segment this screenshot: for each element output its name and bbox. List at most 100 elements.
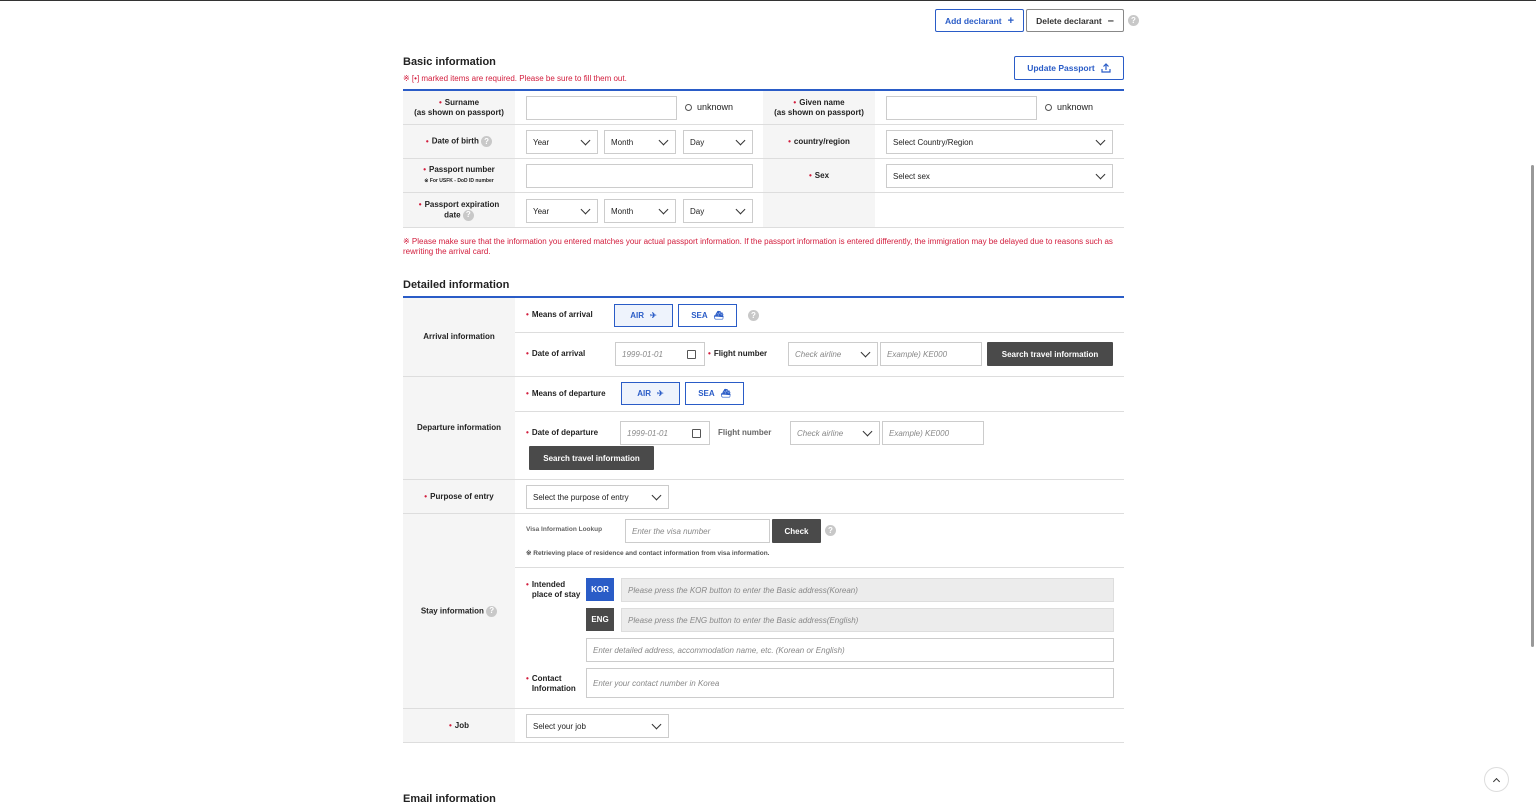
eng-button[interactable]: ENG — [586, 608, 614, 631]
expiry-day-select[interactable]: Day — [683, 199, 753, 223]
divider — [515, 567, 1124, 568]
detail-address-input[interactable]: Enter detailed address, accommodation na… — [586, 638, 1114, 662]
visa-check-button[interactable]: Check — [772, 519, 821, 543]
scroll-to-top-button[interactable] — [1484, 767, 1509, 792]
delete-declarant-button[interactable]: Delete declarant – — [1026, 9, 1124, 32]
expiry-year-select[interactable]: Year — [526, 199, 598, 223]
purpose-row: • Purpose of entry Select the purpose of … — [403, 480, 1124, 514]
passport-input[interactable] — [526, 164, 753, 188]
departure-sea-button[interactable]: SEA ⛴ — [685, 382, 744, 405]
add-declarant-button[interactable]: Add declarant + — [935, 9, 1024, 32]
departure-airline-select[interactable]: Check airline — [790, 421, 880, 445]
help-icon[interactable]: ? — [748, 310, 759, 321]
calendar-icon[interactable] — [687, 349, 696, 359]
ship-icon: ⛴ — [713, 311, 724, 320]
expiry-row: • Passport expiration date ? Year Month Da… — [403, 193, 1124, 228]
job-label: • Job — [403, 709, 515, 742]
visa-lookup-label: Visa Information Lookup — [526, 526, 603, 533]
update-passport-label: Update Passport — [1027, 63, 1095, 73]
dob-month-select[interactable]: Month — [604, 130, 676, 154]
contact-input[interactable]: Enter your contact number in Korea — [586, 668, 1114, 698]
arrival-air-button[interactable]: AIR ✈ — [614, 304, 673, 327]
chevron-down-icon — [651, 490, 662, 500]
dob-day-select[interactable]: Day — [683, 130, 753, 154]
plane-icon: ✈ — [657, 389, 664, 398]
empty-label — [763, 193, 875, 227]
add-declarant-label: Add declarant — [944, 15, 1002, 26]
dob-row: • Date of birth ? Year Month Day • country… — [403, 125, 1124, 159]
required-note: ※ [•] marked items are required. Please … — [403, 74, 627, 83]
surname-unknown-checkbox[interactable]: unknown — [685, 102, 733, 112]
departure-flight-input[interactable]: Example) KE000 — [882, 421, 984, 445]
dob-label: • Date of birth ? — [403, 125, 515, 158]
passport-label: • Passport number ※ For USFK - DoD ID numb… — [403, 159, 515, 192]
departure-info-label: Departure information — [403, 377, 515, 479]
purpose-select[interactable]: Select the purpose of entry — [526, 485, 669, 509]
help-icon: ? — [486, 605, 498, 617]
chevron-down-icon — [658, 135, 669, 145]
dob-year-select[interactable]: Year — [526, 130, 598, 154]
arrival-row: Arrival information • Means of arrival AI… — [403, 298, 1124, 377]
visa-input[interactable]: Enter the visa number — [625, 519, 770, 543]
surname-input[interactable] — [526, 96, 677, 120]
means-arrival-label: • Means of arrival — [526, 310, 593, 319]
chevron-down-icon — [580, 135, 591, 145]
departure-date-input[interactable]: 1999-01-01 — [620, 421, 710, 445]
departure-row: Departure information • Means of departur… — [403, 377, 1124, 480]
calendar-icon[interactable] — [692, 428, 701, 438]
departure-air-button[interactable]: AIR ✈ — [621, 382, 680, 405]
arrival-airline-select[interactable]: Check airline — [788, 342, 878, 366]
chevron-down-icon — [735, 135, 746, 145]
page-scrollbar[interactable] — [1531, 165, 1534, 647]
sex-label: • Sex — [763, 159, 875, 192]
arrival-date-input[interactable]: 1999-01-01 — [615, 342, 705, 366]
arrival-flight-input[interactable]: Example) KE000 — [880, 342, 982, 366]
help-icon[interactable]: ? — [825, 525, 836, 536]
sex-select[interactable]: Select sex — [886, 164, 1113, 188]
means-departure-label: • Means of departure — [526, 389, 606, 398]
passport-warning: ※ Please make sure that the information … — [403, 237, 1113, 256]
kor-button[interactable]: KOR — [586, 578, 614, 601]
help-icon: ? — [462, 209, 474, 221]
surname-row: • Surname (as shown on passport) unknown •… — [403, 91, 1124, 125]
given-name-input[interactable] — [886, 96, 1037, 120]
surname-label: • Surname (as shown on passport) — [403, 91, 515, 124]
chevron-down-icon — [651, 719, 662, 729]
kor-address-input[interactable]: Please press the KOR button to enter the… — [621, 578, 1114, 602]
top-border — [0, 0, 1536, 1]
chevron-down-icon — [1095, 169, 1106, 179]
contact-label: • Contact Information — [526, 674, 576, 693]
expiry-month-select[interactable]: Month — [604, 199, 676, 223]
country-label: • country/region — [763, 125, 875, 158]
stay-info-label: Stay information ? — [403, 514, 515, 708]
basic-info-title: Basic information — [403, 56, 496, 68]
unknown-label: unknown — [1057, 102, 1094, 112]
plus-icon: + — [1007, 14, 1015, 27]
expiry-label: • Passport expiration date ? — [403, 193, 515, 227]
arrival-info-label: Arrival information — [403, 298, 515, 376]
chevron-down-icon — [580, 204, 591, 214]
job-select[interactable]: Select your job — [526, 714, 669, 738]
help-icon: ? — [481, 136, 493, 147]
help-icon[interactable]: ? — [1128, 15, 1139, 26]
divider — [515, 411, 1124, 412]
chevron-down-icon — [862, 426, 873, 436]
minus-icon: – — [1107, 14, 1114, 27]
purpose-label: • Purpose of entry — [403, 480, 515, 513]
arrival-search-button[interactable]: Search travel information — [987, 342, 1113, 366]
delete-declarant-label: Delete declarant — [1036, 15, 1102, 26]
country-select[interactable]: Select Country/Region — [886, 130, 1113, 154]
eng-address-input[interactable]: Please press the ENG button to enter the… — [621, 608, 1114, 632]
email-info-title: Email information — [403, 793, 496, 805]
divider — [515, 332, 1124, 333]
arrival-sea-button[interactable]: SEA ⛴ — [678, 304, 737, 327]
chevron-down-icon — [860, 347, 871, 357]
departure-search-button[interactable]: Search travel information — [529, 446, 654, 470]
update-passport-button[interactable]: Update Passport — [1014, 56, 1124, 80]
unknown-label: unknown — [697, 102, 734, 112]
date-departure-label: • Date of departure — [526, 428, 599, 437]
passport-row: • Passport number ※ For USFK - DoD ID numb… — [403, 159, 1124, 193]
departure-flight-label: Flight number — [718, 428, 772, 437]
given-unknown-checkbox[interactable]: unknown — [1045, 102, 1093, 112]
visa-note: ※ Retrieving place of residence and cont… — [526, 550, 770, 557]
